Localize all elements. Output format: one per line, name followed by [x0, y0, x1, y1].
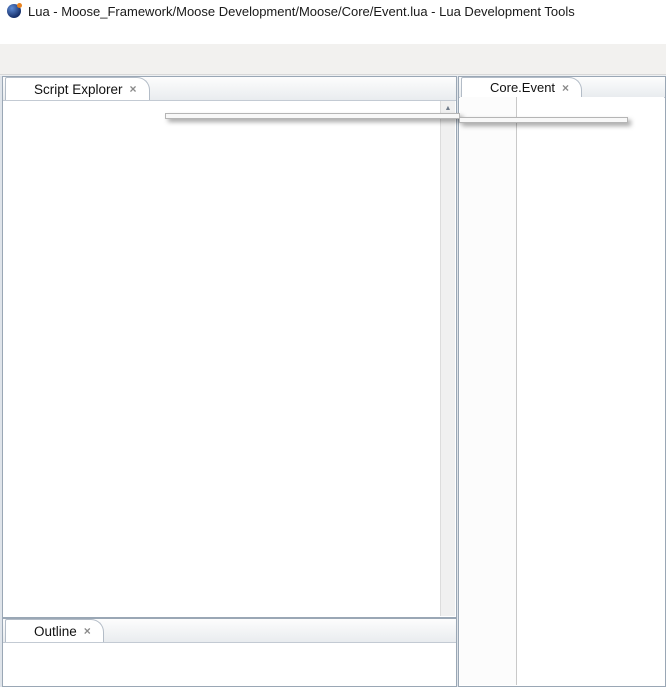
new-submenu	[459, 117, 628, 123]
close-icon[interactable]: ×	[130, 82, 137, 96]
outline-view: Outline ×	[2, 618, 457, 687]
editor-tab-strip: Core.Event ×	[459, 77, 665, 98]
workbench: Script Explorer × ▲ Outline ×	[0, 76, 666, 687]
main-toolbar	[0, 44, 666, 75]
editor-view: Core.Event ×	[458, 76, 666, 687]
line-number-ruler[interactable]	[460, 97, 517, 685]
outline-title: Outline	[34, 624, 77, 639]
app-icon	[7, 4, 21, 18]
app-window: Lua - Moose_Framework/Moose Development/…	[0, 0, 666, 687]
tree-scrollbar[interactable]: ▲	[440, 101, 455, 616]
close-icon[interactable]: ×	[562, 81, 569, 95]
title-bar: Lua - Moose_Framework/Moose Development/…	[0, 0, 666, 22]
project-tree	[4, 101, 441, 616]
tab-script-explorer[interactable]: Script Explorer ×	[5, 77, 150, 100]
close-icon[interactable]: ×	[84, 624, 91, 638]
tab-outline[interactable]: Outline ×	[5, 619, 104, 642]
outline-header: Outline ×	[3, 619, 456, 643]
script-explorer-header: Script Explorer ×	[3, 77, 456, 101]
code-area[interactable]	[518, 97, 664, 685]
menu-bar	[0, 22, 666, 44]
editor-tab-title: Core.Event	[490, 80, 555, 95]
script-explorer-title: Script Explorer	[34, 82, 123, 97]
code-editor[interactable]	[460, 97, 664, 685]
tab-core-event[interactable]: Core.Event ×	[461, 77, 582, 97]
script-explorer-view: Script Explorer × ▲	[2, 76, 457, 618]
window-title: Lua - Moose_Framework/Moose Development/…	[28, 4, 575, 19]
script-explorer-toolbar	[453, 97, 456, 100]
context-menu	[165, 113, 460, 119]
